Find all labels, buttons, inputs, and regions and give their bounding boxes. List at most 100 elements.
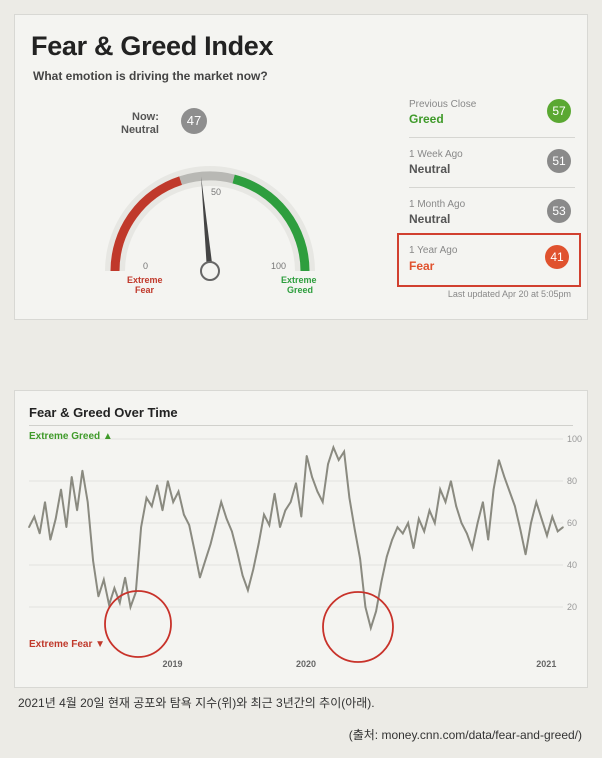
fear-greed-panel: Fear & Greed Index What emotion is drivi… <box>14 14 588 320</box>
series-point <box>482 501 484 503</box>
y-tick-label: 20 <box>567 602 577 612</box>
history-state: Fear <box>409 259 435 273</box>
series-point <box>316 490 319 493</box>
history-label: 1 Year Ago <box>409 245 458 256</box>
series-point <box>220 501 223 503</box>
series-point <box>385 555 388 558</box>
series-point <box>353 528 356 531</box>
history-badge: 57 <box>547 99 571 123</box>
series-point <box>337 459 340 461</box>
series-point <box>193 549 196 552</box>
now-label: Now: Neutral <box>121 111 159 137</box>
series-point <box>44 501 46 503</box>
history-divider <box>409 137 575 138</box>
series-point <box>295 482 297 484</box>
history-state: Greed <box>409 112 444 126</box>
series-point <box>124 576 126 579</box>
series-point <box>530 522 532 524</box>
series-point <box>199 576 201 579</box>
gauge-hub <box>200 261 220 281</box>
annotation-circle-2019 <box>104 590 172 658</box>
extreme-fear-label: Extreme Fear ▼ <box>29 639 105 650</box>
y-tick-label: 100 <box>567 434 582 444</box>
gauge: 0 50 100 Extreme Fear Extreme Greed <box>105 166 317 295</box>
series-point <box>407 522 409 524</box>
y-tick-label: 60 <box>567 518 577 528</box>
series-point <box>151 505 153 507</box>
series-point <box>161 509 164 512</box>
series-point <box>460 522 463 524</box>
series-point <box>177 490 180 493</box>
series-point <box>289 501 292 503</box>
series-point <box>54 518 57 520</box>
series-point <box>38 532 41 535</box>
series-point <box>471 547 474 549</box>
series-point <box>118 602 121 604</box>
gauge-tick-0: 0 <box>143 261 148 271</box>
series-point <box>321 501 324 503</box>
series-point <box>524 553 527 556</box>
series-point <box>327 463 329 465</box>
figure-source: (출처: money.cnn.com/data/fear-and-greed/) <box>348 728 582 742</box>
history-state: Neutral <box>409 162 451 176</box>
gauge-arc-neutral <box>179 171 235 185</box>
y-tick-label: 80 <box>567 476 577 486</box>
series-point <box>434 522 436 524</box>
series-point <box>476 522 479 524</box>
history-state: Neutral <box>409 212 451 226</box>
series-point <box>129 606 132 608</box>
figure-caption: 2021년 4월 20일 현재 공포와 탐욕 지수(위)와 최근 3년간의 추이… <box>18 696 375 710</box>
history-label: Previous Close <box>409 99 477 110</box>
series-point <box>519 528 522 531</box>
series-point <box>113 587 116 589</box>
series-point <box>514 505 516 507</box>
series-point <box>209 543 212 545</box>
series-point <box>273 492 276 495</box>
x-tick-label: 2019 <box>163 659 183 669</box>
series-point <box>380 581 383 583</box>
x-tick-label: 2020 <box>296 659 316 669</box>
history-badge: 53 <box>547 199 571 223</box>
series-point <box>466 532 468 535</box>
series-point <box>268 524 271 526</box>
series-point <box>60 488 62 491</box>
series-point <box>215 522 217 524</box>
series-point <box>231 530 233 533</box>
series-point <box>332 446 335 449</box>
over-time-chart: 20 40 60 80 100 2019 2020 2021 Extreme Greed ▲… <box>28 431 582 669</box>
series-point <box>257 543 260 545</box>
history-label: 1 Week Ago <box>409 149 463 160</box>
x-tick-label: 2021 <box>536 659 556 669</box>
series-point <box>551 515 554 518</box>
series-point <box>391 539 393 541</box>
page-title: Fear & Greed Index <box>31 31 274 61</box>
history-badge: 51 <box>547 149 571 173</box>
series-point <box>428 509 431 512</box>
series-point <box>492 488 495 491</box>
series-point <box>546 534 548 537</box>
series-point <box>423 530 425 533</box>
series-point <box>284 509 287 512</box>
gauge-tick-50: 50 <box>211 187 221 197</box>
gauge-label-extreme-fear-1: Extreme <box>127 275 163 285</box>
series-point <box>305 455 308 457</box>
annotation-circle-2020 <box>322 591 394 663</box>
over-time-panel: Fear & Greed Over Time 20 40 60 80 100 2019 2… <box>14 390 588 688</box>
series-point <box>535 501 538 503</box>
history-1-year-ago: 1 Year Ago Fear 41 <box>397 233 581 287</box>
series-point <box>455 505 458 507</box>
series-point <box>343 450 345 453</box>
series-point <box>450 480 452 482</box>
now-label-heading: Now: <box>132 111 159 123</box>
series-point <box>348 497 351 499</box>
series-point <box>402 532 404 535</box>
series-point <box>556 530 559 533</box>
y-tick-label: 40 <box>567 560 577 570</box>
series-point <box>28 526 30 528</box>
series-point <box>444 501 447 503</box>
gauge-label-extreme-greed-2: Greed <box>287 285 313 295</box>
series-point <box>311 476 313 478</box>
series-point <box>247 589 249 591</box>
series-point <box>412 547 415 549</box>
series-point <box>252 568 255 570</box>
